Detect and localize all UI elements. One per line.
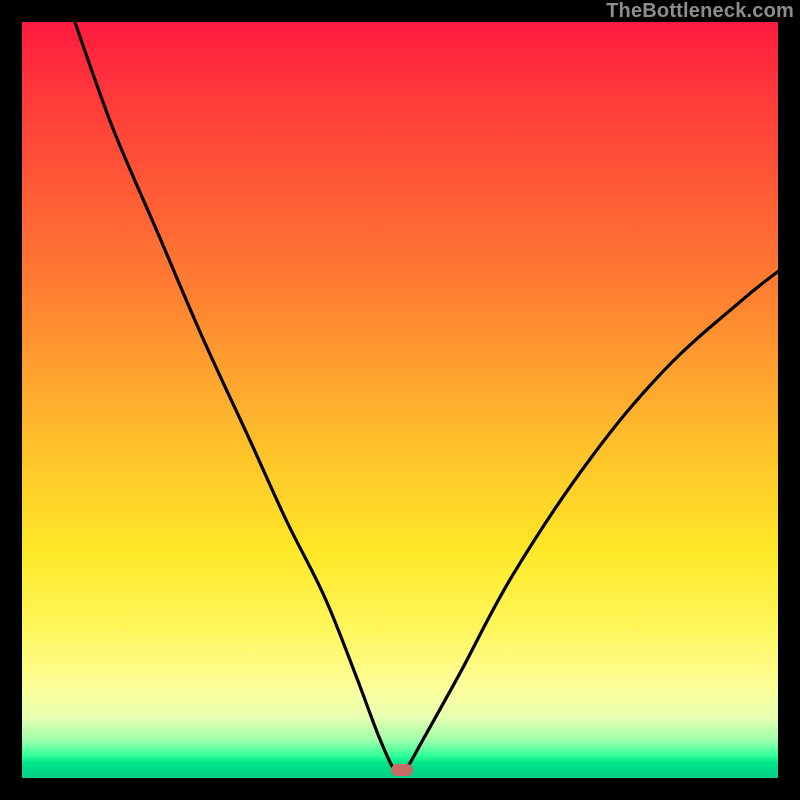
chart-plot-area xyxy=(22,22,778,778)
bottleneck-curve xyxy=(22,22,778,778)
watermark-text: TheBottleneck.com xyxy=(606,0,794,23)
curve-path xyxy=(75,22,778,771)
optimal-point-marker xyxy=(391,764,413,776)
chart-stage: TheBottleneck.com xyxy=(0,0,800,800)
